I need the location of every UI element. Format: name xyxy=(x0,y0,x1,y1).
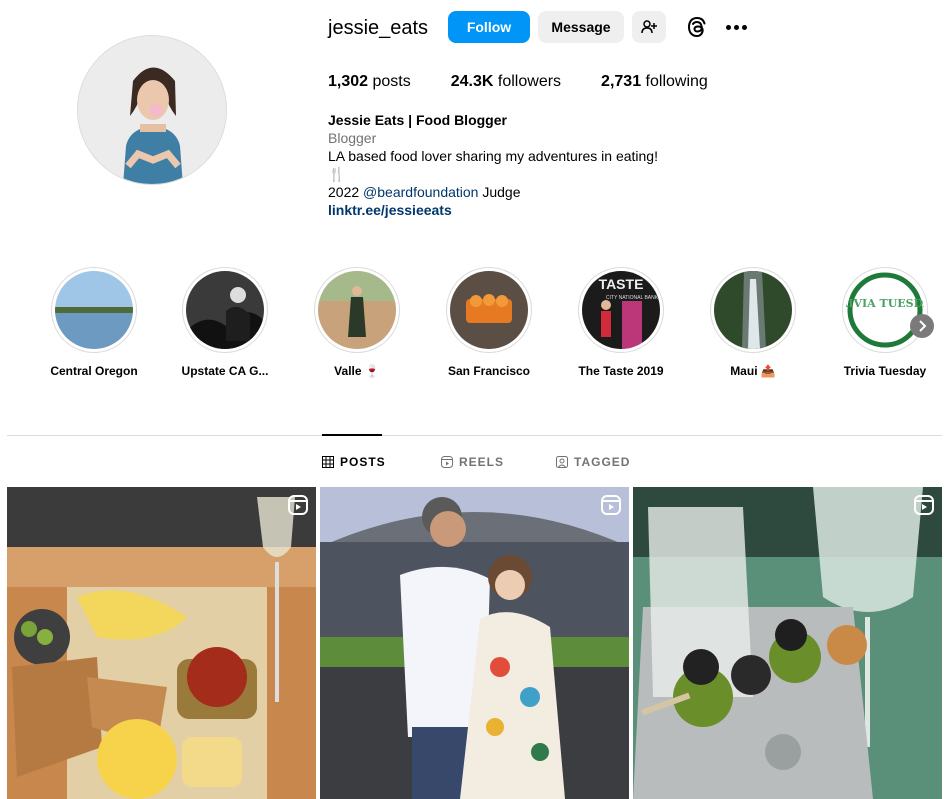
highlight-cover xyxy=(186,271,264,349)
chevron-right-icon xyxy=(919,320,927,332)
highlight-ring xyxy=(182,267,268,353)
threads-icon[interactable] xyxy=(685,15,709,39)
follow-button[interactable]: Follow xyxy=(448,11,530,43)
posts-count: 1,302 xyxy=(328,73,369,90)
tab-posts-label: POSTS xyxy=(340,455,386,469)
highlight-label: Maui 📤 xyxy=(730,364,776,378)
bio-line-judge: 2022 @beardfoundation Judge xyxy=(328,183,658,201)
mention-link[interactable]: @beardfoundation xyxy=(363,184,478,200)
post-tile[interactable] xyxy=(633,487,942,799)
highlight-cover xyxy=(450,271,528,349)
active-tab-indicator xyxy=(322,434,382,436)
tab-reels[interactable]: REELS xyxy=(441,455,504,469)
post-tile[interactable] xyxy=(320,487,629,799)
tab-tagged-label: TAGGED xyxy=(574,455,631,469)
posts-count-stat: 1,302 posts xyxy=(328,73,411,91)
message-button[interactable]: Message xyxy=(538,11,624,43)
profile-bio: Jessie Eats | Food Blogger Blogger LA ba… xyxy=(328,111,658,219)
bio-external-link[interactable]: linktr.ee/jessieeats xyxy=(328,202,452,218)
bio-line: LA based food lover sharing my adventure… xyxy=(328,148,658,164)
tagged-icon xyxy=(556,456,568,468)
tabs-divider xyxy=(7,435,942,436)
followers-label: followers xyxy=(497,73,562,90)
bio-emoji: 🍴 xyxy=(328,166,346,182)
trivia-cover-text: TRIVIA TUESDAY xyxy=(846,297,924,310)
highlights-next-button[interactable] xyxy=(910,314,934,338)
highlight-label: San Francisco xyxy=(447,364,531,378)
add-person-icon xyxy=(641,20,657,34)
suggest-user-button[interactable] xyxy=(632,11,666,43)
highlight-central-oregon[interactable]: Central Oregon xyxy=(39,267,149,378)
bio-judge-text: Judge xyxy=(478,184,521,200)
tab-tagged[interactable]: TAGGED xyxy=(556,455,630,469)
highlight-label: Trivia Tuesday xyxy=(843,364,927,378)
bio-year: 2022 xyxy=(328,184,364,200)
highlight-cover xyxy=(55,271,133,349)
taste-sign-text: TASTE xyxy=(599,276,644,292)
profile-display-name: Jessie Eats | Food Blogger xyxy=(328,112,507,128)
reels-icon xyxy=(441,456,453,468)
highlight-cover: TRIVIA TUESDAY xyxy=(846,271,924,349)
highlight-ring xyxy=(446,267,532,353)
highlight-ring xyxy=(314,267,400,353)
posts-label: posts xyxy=(372,73,411,90)
profile-username: jessie_eats xyxy=(328,17,429,39)
highlight-label: Upstate CA G... xyxy=(181,364,269,378)
following-label: following xyxy=(645,73,708,90)
taste-sign-subtext: CITY NATIONAL BANK xyxy=(606,295,659,301)
highlight-san-francisco[interactable]: San Francisco xyxy=(434,267,544,378)
followers-count: 24.3K xyxy=(450,73,494,90)
profile-category: Blogger xyxy=(328,130,377,146)
followers-link[interactable]: 24.3K followers xyxy=(451,73,561,91)
profile-stats: 1,302 posts 24.3K followers 2,731 follow… xyxy=(328,73,748,91)
highlight-the-taste-2019[interactable]: TASTE CITY NATIONAL BANK The Taste 2019 xyxy=(566,267,676,378)
highlight-label: Central Oregon xyxy=(50,364,138,378)
highlight-cover xyxy=(318,271,396,349)
reel-icon xyxy=(601,495,621,515)
highlight-ring: TRIVIA TUESDAY xyxy=(842,267,928,353)
highlight-ring xyxy=(710,267,796,353)
highlight-ring xyxy=(51,267,137,353)
highlight-valle[interactable]: Valle 🍷 xyxy=(302,267,412,378)
tab-posts[interactable]: POSTS xyxy=(322,455,386,469)
highlight-cover xyxy=(714,271,792,349)
following-count: 2,731 xyxy=(601,73,642,90)
highlight-cover: TASTE CITY NATIONAL BANK xyxy=(582,271,660,349)
highlight-label: The Taste 2019 xyxy=(578,364,664,378)
reel-icon xyxy=(288,495,308,515)
tab-reels-label: REELS xyxy=(459,455,505,469)
highlight-ring: TASTE CITY NATIONAL BANK xyxy=(578,267,664,353)
grid-icon xyxy=(322,456,334,468)
following-link[interactable]: 2,731 following xyxy=(601,73,708,91)
reel-icon xyxy=(914,495,934,515)
highlight-maui[interactable]: Maui 📤 xyxy=(698,267,808,378)
highlight-upstate-ca[interactable]: Upstate CA G... xyxy=(170,267,280,378)
highlight-label: Valle 🍷 xyxy=(334,364,380,378)
profile-avatar[interactable] xyxy=(77,35,227,185)
post-tile[interactable] xyxy=(7,487,316,799)
more-options-icon[interactable] xyxy=(722,15,750,39)
